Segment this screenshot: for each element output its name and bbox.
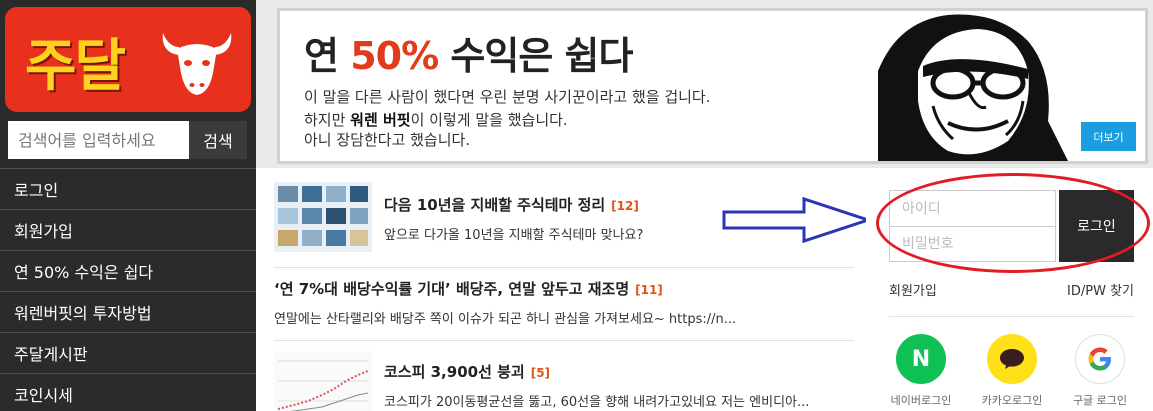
site-logo[interactable]: 주달	[5, 7, 251, 112]
sidebar-item-coin-price[interactable]: 코인시세	[0, 373, 256, 411]
post-title: 다음 10년을 지배할 주식테마 정리 [12]	[384, 196, 639, 214]
post-desc: 앞으로 다가올 10년을 지배할 주식테마 맞나요?	[384, 228, 644, 243]
annotation-arrow-icon	[722, 196, 873, 244]
more-button[interactable]: 더보기	[1081, 122, 1136, 151]
banner-line-2: 하지만 워렌 버핏이 이렇게 말을 했습니다.	[304, 111, 568, 129]
sidebar-item-board[interactable]: 주달게시판	[0, 332, 256, 373]
post-thumbnail	[274, 182, 372, 252]
kakao-login-button[interactable]: 카카오로그인	[977, 334, 1047, 408]
sidebar-item-signup[interactable]: 회원가입	[0, 209, 256, 250]
divider	[889, 316, 1134, 317]
sidebar-item-login[interactable]: 로그인	[0, 168, 256, 209]
comment-count: [11]	[635, 283, 663, 297]
naver-login-button[interactable]: N 네이버로그인	[886, 334, 956, 408]
comment-count: [5]	[530, 366, 551, 380]
promo-banner: 연 50% 수익은 쉽다 이 말을 다른 사람이 했다면 우린 분명 사기꾼이라…	[277, 8, 1148, 164]
social-label: 카카오로그인	[981, 394, 1043, 407]
logo-text: 주달	[25, 34, 126, 99]
sidebar: 주달 검색 로그인 회원가입 연 50% 수익은 쉽다 워렌버핏의 투자방법 주…	[0, 0, 256, 411]
kakao-icon	[987, 334, 1037, 384]
find-id-pw-link[interactable]: ID/PW 찾기	[1067, 280, 1134, 299]
search-form: 검색	[8, 121, 248, 159]
post-desc: 연말에는 산타랠리와 배당주 쪽이 이슈가 되곤 하니 관심을 가져보세요~ h…	[274, 312, 737, 327]
google-login-button[interactable]: 구글 로그인	[1065, 334, 1135, 408]
divider	[274, 267, 854, 268]
login-panel: 로그인 회원가입 ID/PW 찾기 N 네이버로그인 카카오로그인	[866, 168, 1153, 411]
list-item[interactable]: ‘연 7%대 배당수익률 기대’ 배당주, 연말 앞두고 재조명 [11] 연말에…	[274, 278, 856, 327]
post-thumbnail	[274, 351, 372, 411]
naver-icon: N	[896, 334, 946, 384]
post-desc: 코스피가 20이동평균선을 뚫고, 60선을 향해 내려가고있네요 저는 엔비디…	[384, 395, 810, 410]
sidebar-item-buffett-method[interactable]: 워렌버핏의 투자방법	[0, 291, 256, 332]
post-title: 코스피 3,900선 붕괴 [5]	[384, 363, 551, 381]
login-links: 회원가입 ID/PW 찾기	[889, 280, 1134, 299]
search-button[interactable]: 검색	[189, 121, 247, 159]
post-body: 다음 10년을 지배할 주식테마 정리 [12] 앞으로 다가올 10년을 지배할…	[384, 194, 643, 243]
banner-title: 연 50% 수익은 쉽다	[304, 34, 633, 78]
banner-line-3: 아니 장담한다고 했습니다.	[304, 131, 471, 149]
buffett-portrait-image	[878, 14, 1068, 161]
signup-link[interactable]: 회원가입	[889, 280, 937, 299]
page: 주달 검색 로그인 회원가입 연 50% 수익은 쉽다 워렌버핏의 투자방법 주…	[0, 0, 1153, 411]
sidebar-item-50-percent[interactable]: 연 50% 수익은 쉽다	[0, 250, 256, 291]
bull-icon	[162, 33, 232, 95]
sidebar-menu: 로그인 회원가입 연 50% 수익은 쉽다 워렌버핏의 투자방법 주달게시판 코…	[0, 168, 256, 411]
login-button[interactable]: 로그인	[1059, 190, 1134, 262]
login-fields	[889, 190, 1056, 262]
post-body: 코스피 3,900선 붕괴 [5] 코스피가 20이동평균선을 뚫고, 60선을 …	[384, 361, 809, 410]
user-id-field[interactable]	[890, 191, 1055, 226]
comment-count: [12]	[611, 199, 639, 213]
divider	[274, 340, 854, 341]
list-item[interactable]: 코스피 3,900선 붕괴 [5] 코스피가 20이동평균선을 뚫고, 60선을 …	[274, 351, 856, 411]
post-title: ‘연 7%대 배당수익률 기대’ 배당주, 연말 앞두고 재조명 [11]	[274, 280, 663, 298]
google-icon	[1075, 334, 1125, 384]
social-label: 구글 로그인	[1072, 394, 1128, 407]
banner-line-1: 이 말을 다른 사람이 했다면 우린 분명 사기꾼이라고 했을 겁니다.	[304, 88, 711, 106]
password-field[interactable]	[890, 226, 1055, 261]
social-label: 네이버로그인	[890, 394, 952, 407]
search-input[interactable]	[8, 121, 189, 159]
